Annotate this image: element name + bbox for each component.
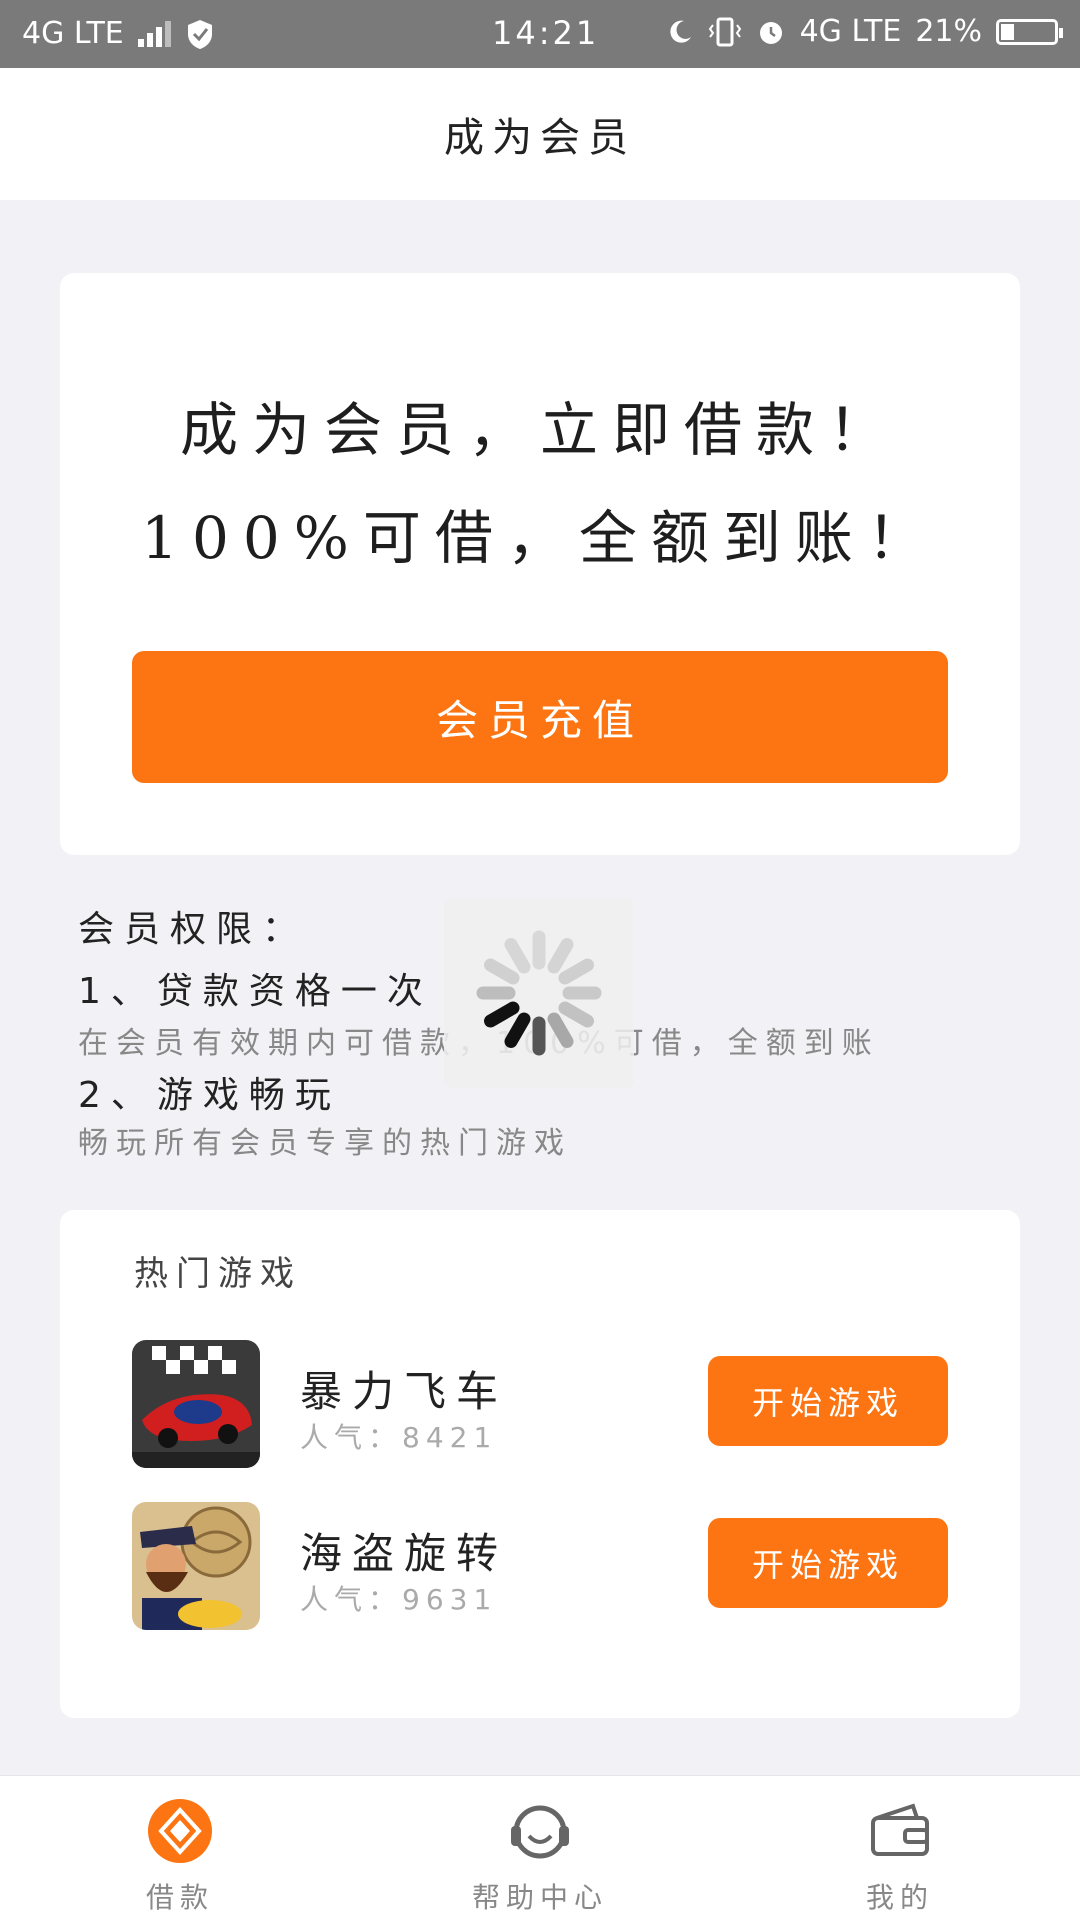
start-game-button[interactable]: 开始游戏	[708, 1518, 948, 1608]
game-list-item: 暴力飞车 人气：8421 开始游戏	[132, 1340, 948, 1468]
race-car-icon[interactable]	[132, 1340, 260, 1468]
privilege-item-title: 2、游戏畅玩	[78, 1075, 341, 1116]
promo-line-1: 成为会员，立即借款！	[179, 396, 900, 464]
status-bar: 4G LTE 14:21 4G LTE 21%	[0, 0, 1080, 68]
battery-percent: 21%	[915, 14, 982, 49]
promo-line-2: 100%可借，全额到账！	[141, 504, 939, 572]
privilege-item-desc: 畅玩所有会员专享的热门游戏	[78, 1126, 572, 1161]
tab-label: 帮助中心	[471, 1881, 608, 1914]
game-name: 海盗旋转	[300, 1529, 509, 1578]
game-name: 暴力飞车	[300, 1367, 509, 1416]
game-popularity: 人气：8421	[300, 1421, 498, 1454]
hot-games-title: 热门游戏	[134, 1254, 302, 1294]
headset-icon	[511, 1805, 569, 1859]
tab-help-center[interactable]: 帮助中心	[360, 1776, 720, 1921]
loading-spinner-icon	[444, 898, 634, 1088]
pirate-icon[interactable]	[132, 1502, 260, 1630]
game-popularity: 人气：9631	[300, 1583, 498, 1616]
loan-icon	[148, 1799, 212, 1863]
game-list-item: 海盗旋转 人气：9631 开始游戏	[132, 1502, 948, 1630]
moon-icon	[669, 20, 691, 43]
alarm-icon	[759, 21, 782, 44]
vpn-shield-icon	[187, 19, 212, 49]
privileges-title: 会员权限：	[78, 909, 309, 950]
hot-games-card: 热门游戏 暴力飞车 人气：8421 开始游戏 海盗旋转 人气：9631 开始游戏	[60, 1210, 1020, 1718]
network-label: 4G LTE	[22, 16, 124, 51]
tab-loan[interactable]: 借款	[0, 1776, 360, 1921]
tab-label: 我的	[865, 1881, 934, 1914]
tab-label: 借款	[145, 1881, 214, 1914]
member-recharge-button[interactable]: 会员充值	[132, 651, 948, 783]
bottom-tab-bar: 借款 帮助中心 我的	[0, 1775, 1080, 1921]
battery-icon	[996, 18, 1063, 45]
network-label-right: 4G LTE	[799, 14, 902, 49]
vibrate-icon	[708, 17, 741, 46]
signal-icon	[137, 20, 171, 47]
status-time: 14:21	[492, 14, 600, 52]
page-title: 成为会员	[0, 68, 1080, 200]
wallet-icon	[871, 1803, 929, 1856]
promo-card: 成为会员，立即借款！ 100%可借，全额到账！ 会员充值	[60, 273, 1020, 855]
start-game-button[interactable]: 开始游戏	[708, 1356, 948, 1446]
tab-mine[interactable]: 我的	[720, 1776, 1080, 1921]
privilege-item-title: 1、贷款资格一次	[78, 971, 433, 1012]
